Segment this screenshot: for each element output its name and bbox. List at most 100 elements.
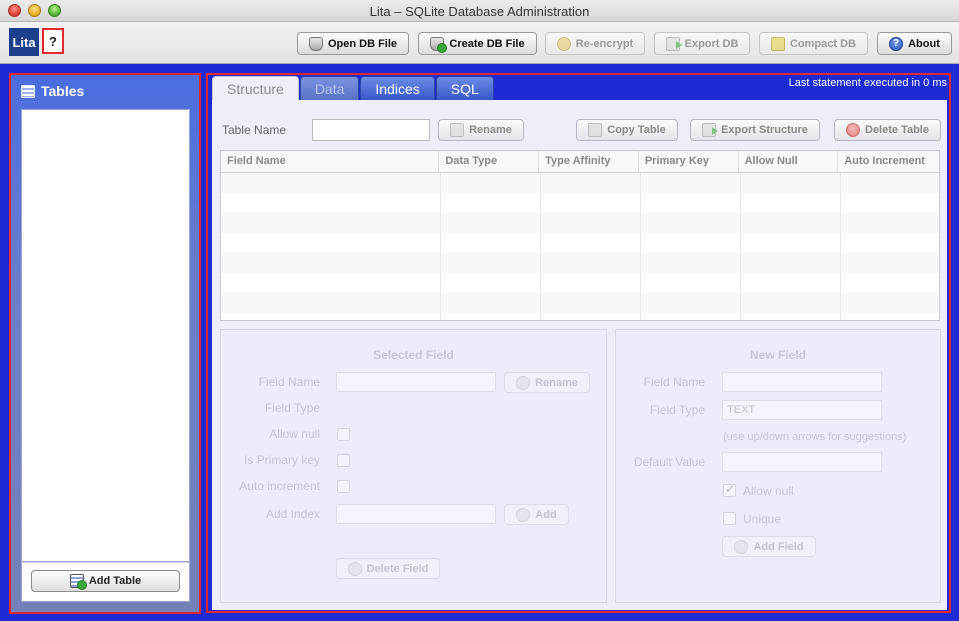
export-structure-label: Export Structure (721, 124, 808, 136)
info-icon: ? (889, 36, 904, 51)
database-icon (308, 36, 323, 51)
selected-field-name-input[interactable] (336, 372, 496, 392)
database-add-icon (430, 36, 448, 53)
add-table-icon (69, 574, 87, 590)
column-header-field-name[interactable]: Field Name (221, 151, 440, 172)
unique-checkbox[interactable] (723, 512, 736, 525)
rename-table-button[interactable]: Rename (438, 119, 524, 141)
create-db-label: Create DB File (449, 37, 525, 50)
column-divider (740, 173, 741, 320)
tables-icon (21, 84, 35, 98)
window-title: Lita – SQLite Database Administration (369, 4, 590, 19)
column-divider (440, 173, 441, 320)
export-structure-button[interactable]: Export Structure (690, 119, 820, 141)
key-icon (556, 36, 571, 51)
unique-label: Unique (743, 512, 782, 526)
add-index-button[interactable]: Add (504, 504, 569, 525)
fields-table[interactable]: Field Name Data Type Type Affinity Prima… (220, 150, 940, 321)
open-db-button[interactable]: Open DB File (297, 32, 409, 55)
help-button[interactable]: ? (42, 28, 64, 54)
column-header-data-type[interactable]: Data Type (439, 151, 540, 172)
new-allow-null-checkbox[interactable] (723, 482, 736, 497)
column-header-allow-null[interactable]: Allow Null (739, 151, 839, 172)
add-index-input[interactable] (336, 504, 496, 524)
reencrypt-label: Re-encrypt (575, 37, 634, 50)
new-field-name-input[interactable] (722, 372, 882, 392)
auto-increment-label: Auto increment (239, 479, 320, 493)
new-allow-null-label: Allow null (743, 484, 794, 498)
main-panel: Structure Data Indices SQL Last statemen… (206, 73, 951, 613)
new-field-type-label: Field Type (649, 403, 705, 417)
export-db-label: Export DB (684, 37, 739, 50)
structure-content: Table Name Rename Copy Table Export Stru… (212, 100, 947, 610)
tab-sql[interactable]: SQL (435, 76, 494, 100)
copy-icon (588, 123, 603, 137)
compact-db-button[interactable]: Compact DB (759, 32, 868, 55)
tables-title: Tables (41, 83, 85, 99)
compact-db-label: Compact DB (789, 37, 856, 50)
fields-table-rows (221, 173, 939, 320)
primary-key-label: Is Primary key (243, 453, 320, 467)
toolbar: Lita ? Open DB File Create DB File Re-en… (0, 22, 959, 64)
table-name-input[interactable] (312, 119, 430, 141)
key-add-icon (516, 507, 531, 522)
delete-table-button[interactable]: Delete Table (834, 119, 941, 141)
column-header-type-affinity[interactable]: Type Affinity (539, 151, 639, 172)
about-button[interactable]: ? About (877, 32, 952, 55)
add-field-label: Add Field (753, 540, 804, 553)
copy-table-button[interactable]: Copy Table (576, 119, 678, 141)
add-field-icon (734, 539, 749, 554)
reencrypt-button[interactable]: Re-encrypt (545, 32, 645, 55)
add-table-button[interactable]: Add Table (31, 570, 180, 592)
auto-increment-checkbox[interactable] (337, 480, 350, 493)
selected-field-name-label: Field Name (258, 375, 320, 389)
copy-table-label: Copy Table (607, 124, 666, 136)
delete-table-label: Delete Table (865, 124, 929, 136)
new-field-panel: New Field Field Name Field Type (use up/… (615, 329, 941, 603)
add-field-button[interactable]: Add Field (722, 536, 816, 557)
rename-field-button[interactable]: Rename (504, 372, 590, 393)
primary-key-checkbox[interactable] (337, 454, 350, 467)
add-table-label: Add Table (88, 575, 142, 587)
delete-icon (846, 123, 860, 137)
column-header-auto-increment[interactable]: Auto Increment (838, 151, 939, 172)
column-header-primary-key[interactable]: Primary Key (639, 151, 739, 172)
new-field-type-input[interactable] (722, 400, 882, 420)
column-divider (540, 173, 541, 320)
allow-null-label: Allow null (269, 427, 320, 441)
export-db-button[interactable]: Export DB (654, 32, 750, 55)
delete-field-button[interactable]: Delete Field (336, 558, 440, 579)
new-field-name-label: Field Name (643, 375, 705, 389)
new-field-title: New Field (749, 348, 806, 362)
field-type-hint: (use up/down arrows for suggestions) (723, 431, 907, 443)
allow-null-checkbox[interactable] (337, 428, 350, 441)
create-db-button[interactable]: Create DB File (418, 32, 537, 55)
selected-field-title: Selected Field (373, 348, 454, 362)
delete-field-icon (347, 561, 362, 576)
tables-list[interactable] (21, 109, 190, 562)
tables-header: Tables (21, 83, 84, 99)
app-logo: Lita (9, 28, 39, 56)
tab-indices[interactable]: Indices (360, 76, 435, 100)
column-divider (640, 173, 641, 320)
default-value-input[interactable] (722, 452, 882, 472)
last-statement-status: Last statement executed in 0 ms (788, 77, 947, 89)
default-value-label: Default Value (633, 455, 705, 469)
about-label: About (908, 37, 940, 50)
open-db-label: Open DB File (327, 37, 398, 50)
export-structure-icon (702, 123, 719, 137)
tab-data[interactable]: Data (299, 76, 360, 100)
title-bar: Lita – SQLite Database Administration (0, 0, 959, 22)
table-name-label: Table Name (222, 123, 287, 137)
tables-panel: Tables Add Table (9, 73, 201, 614)
compact-icon (770, 36, 785, 51)
rename-field-icon (516, 375, 531, 390)
add-index-label: Add Index (265, 507, 320, 521)
tab-structure[interactable]: Structure (212, 76, 299, 101)
rename-icon (450, 123, 465, 137)
fields-table-header: Field Name Data Type Type Affinity Prima… (221, 151, 939, 173)
selected-field-panel: Selected Field Field Name Rename Field T… (220, 329, 607, 603)
delete-field-label: Delete Field (366, 562, 429, 575)
tab-bar: Structure Data Indices SQL (212, 76, 495, 101)
add-table-area: Add Table (21, 562, 190, 602)
